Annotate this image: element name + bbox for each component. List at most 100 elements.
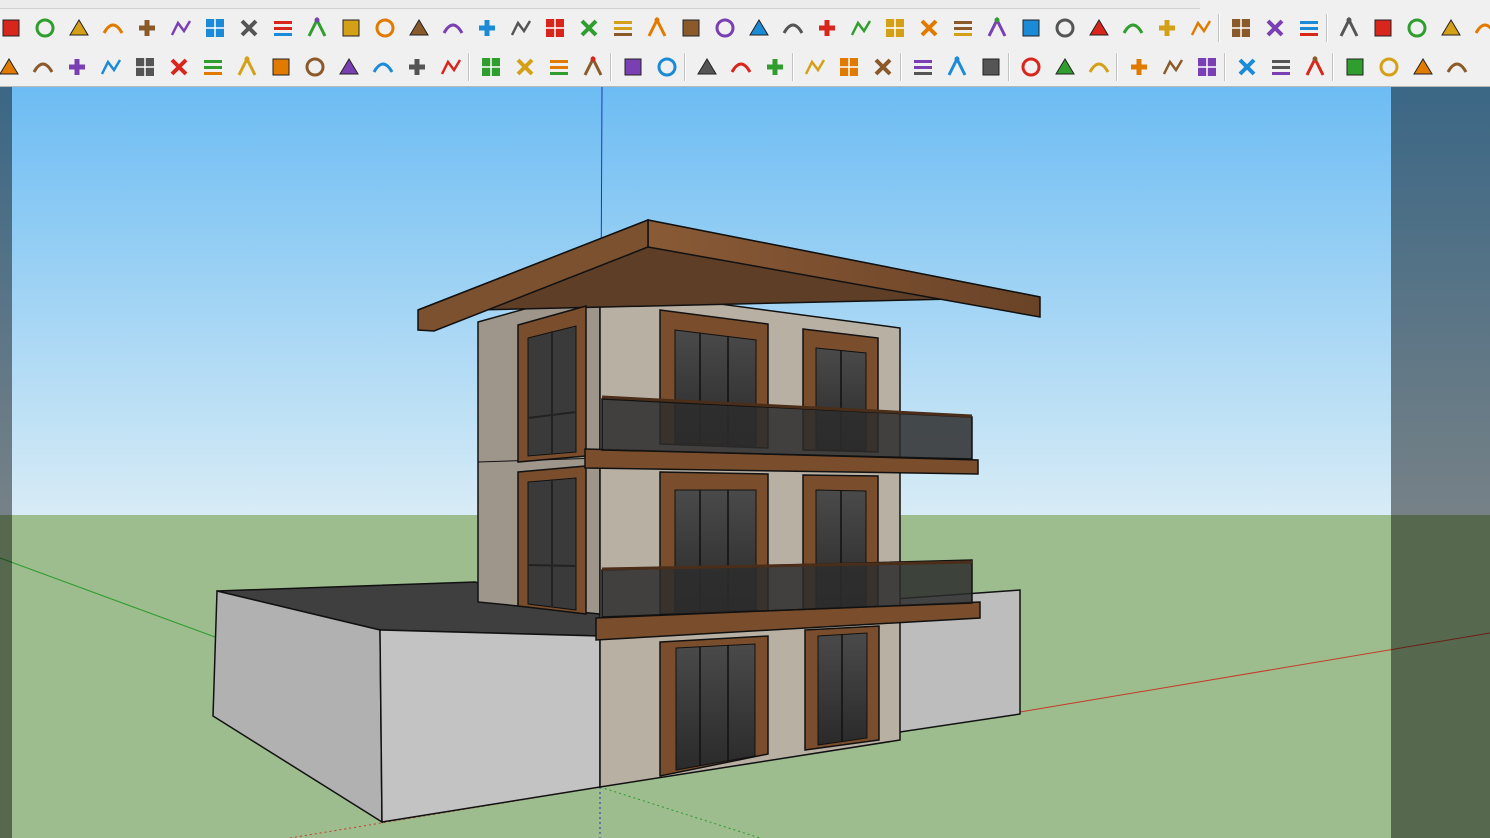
paint-bucket-icon[interactable] [1336,15,1362,41]
toolbar-separator [1116,53,1117,81]
dash-line-icon[interactable] [910,54,936,80]
dome-icon[interactable] [1302,54,1328,80]
arc-cut-icon[interactable] [610,15,636,41]
align-add-icon[interactable] [836,54,862,80]
texture-grid-icon[interactable] [1018,15,1044,41]
arc-tool-icon[interactable] [576,15,602,41]
dash-add-icon[interactable] [944,54,970,80]
curve-points-icon[interactable] [1154,15,1180,41]
spiral-icon[interactable] [234,54,260,80]
sandbox-smoove-icon[interactable] [474,15,500,41]
grid-pattern-icon[interactable] [950,15,976,41]
sandbox-drape-icon[interactable] [542,15,568,41]
zigzag-icon[interactable] [98,54,124,80]
wave-line-icon[interactable] [438,54,464,80]
paint-icon[interactable] [916,15,942,41]
polyline-icon[interactable] [30,54,56,80]
eraser-icon[interactable] [32,15,58,41]
large-arc-icon[interactable] [404,54,430,80]
toolbar-separator [900,53,901,81]
toolbar-separator [684,53,685,81]
semi-arc-icon[interactable] [370,54,396,80]
swap-icon[interactable] [1376,54,1402,80]
align-lines-icon[interactable] [802,54,828,80]
pencil-icon[interactable] [1228,15,1254,41]
panel-blue-icon[interactable] [1160,54,1186,80]
undo-arc-icon[interactable] [746,15,772,41]
corner-arc-icon[interactable] [336,54,362,80]
freehand-icon[interactable] [64,54,90,80]
solid-icon[interactable] [882,15,908,41]
spline-icon[interactable] [0,54,22,80]
plus-green-icon[interactable] [406,15,432,41]
sector-icon[interactable] [580,54,606,80]
toolbar-area [0,0,1490,87]
window-cross-icon[interactable] [1018,54,1044,80]
redo-icon[interactable] [1438,15,1464,41]
explode-icon[interactable] [814,15,840,41]
tile-grid-icon[interactable] [1086,15,1112,41]
terrain-stamp-icon[interactable] [654,54,680,80]
tape-measure-icon[interactable] [66,15,92,41]
scale-icon[interactable] [1472,15,1490,41]
scatter-icon[interactable] [1120,15,1146,41]
extrude-icon[interactable] [1404,15,1430,41]
component-icon[interactable] [780,15,806,41]
curve-icon[interactable] [338,15,364,41]
terrain-icon[interactable] [620,54,646,80]
checker-icon[interactable] [1342,54,1368,80]
scene-canvas[interactable] [0,87,1490,838]
follow-me-icon[interactable] [270,15,296,41]
cup-icon[interactable] [712,15,738,41]
align-remove-icon[interactable] [870,54,896,80]
tile-icon[interactable] [1052,15,1078,41]
toolbar-separator [1218,14,1219,42]
move-icon[interactable] [678,15,704,41]
push-pull-icon[interactable] [0,15,24,41]
sandbox-stamp-icon[interactable] [508,15,534,41]
rounded-rect-icon[interactable] [200,54,226,80]
flag-icon[interactable] [202,15,228,41]
dash-remove-icon[interactable] [978,54,1004,80]
arc-icon[interactable] [166,54,192,80]
circle-tool-icon[interactable] [644,15,670,41]
dimension-icon[interactable] [1262,15,1288,41]
panel-split-icon[interactable] [1194,54,1220,80]
panel-icon[interactable] [1126,54,1152,80]
material-icon[interactable] [1370,15,1396,41]
viewport-shade-right [1391,87,1490,838]
plus-red-icon[interactable] [372,15,398,41]
cross-blue-icon[interactable] [440,15,466,41]
rectangle-icon[interactable] [134,15,160,41]
layout-icon[interactable] [1188,15,1214,41]
wall-grid-icon[interactable] [1234,54,1260,80]
more-icon[interactable] [1444,54,1470,80]
front-door-ground-left [659,635,769,777]
bezier-icon[interactable] [132,54,158,80]
curve-line-icon[interactable] [302,54,328,80]
frame-icon[interactable] [984,15,1010,41]
rotate-icon[interactable] [100,15,126,41]
model-viewport[interactable] [0,87,1490,838]
toolbar-row-1 [0,8,1490,48]
toolbar-separator [792,53,793,81]
window-grid-icon[interactable] [1052,54,1078,80]
toolbar-separator [610,53,611,81]
left-window-upper [517,305,587,463]
wrench-icon[interactable] [512,54,538,80]
copy-icon[interactable] [1410,54,1436,80]
ellipse-icon[interactable] [546,54,572,80]
section-plane-icon[interactable] [168,15,194,41]
select-arrow-icon[interactable] [694,54,720,80]
window-red-icon[interactable] [1086,54,1112,80]
offset-icon[interactable] [304,15,330,41]
polygon-icon[interactable] [478,54,504,80]
arc-open-icon[interactable] [268,54,294,80]
collapse-icon[interactable] [762,54,788,80]
orbit-icon[interactable] [1296,15,1322,41]
box-icon[interactable] [236,15,262,41]
expand-icon[interactable] [728,54,754,80]
wall-texture-icon[interactable] [1268,54,1294,80]
group-icon[interactable] [848,15,874,41]
toolbar-separator [1326,14,1327,42]
